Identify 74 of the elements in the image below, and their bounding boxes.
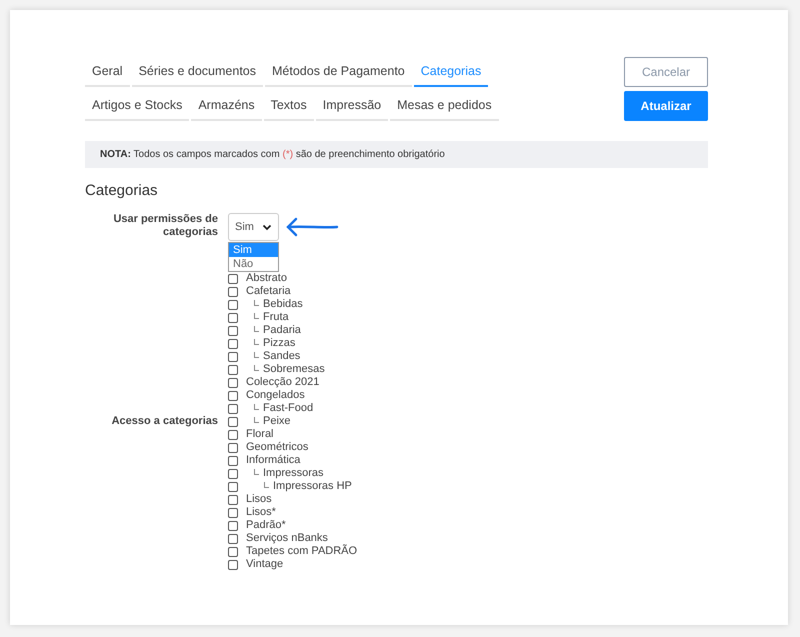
category-label: Lisos* (246, 506, 276, 519)
category-label: Fast-Food (263, 402, 314, 415)
category-label: Vintage (246, 558, 284, 571)
checkbox[interactable] (228, 534, 238, 544)
checkbox[interactable] (228, 312, 238, 322)
category-label: Congelados (246, 389, 305, 402)
category-label: Fruta (263, 311, 289, 324)
category-label: Impressoras (263, 467, 324, 480)
tab[interactable]: Impressão (316, 91, 388, 121)
category-label: Peixe (263, 415, 291, 428)
tree-branch-icon (254, 300, 259, 306)
checkbox[interactable] (228, 416, 238, 426)
section-title: Categorias (85, 182, 159, 199)
category-label: Lisos (246, 493, 272, 506)
checkbox[interactable] (228, 560, 238, 570)
select-value: Sim (235, 221, 254, 233)
dropdown-option[interactable]: Não (229, 257, 278, 271)
tree-branch-icon (254, 417, 259, 423)
category-label: Floral (246, 428, 274, 441)
checkbox[interactable] (228, 286, 238, 296)
category-label: Sobremesas (263, 363, 325, 376)
category-label: Padrão* (246, 519, 286, 532)
checkbox[interactable] (228, 326, 238, 336)
select-field[interactable]: Sim (228, 213, 279, 241)
checkbox[interactable] (228, 482, 238, 492)
field-label: Usar permissões de categorias (112, 213, 218, 240)
checkbox[interactable] (228, 390, 238, 400)
checkbox[interactable] (228, 274, 238, 284)
checkbox[interactable] (228, 508, 238, 518)
tree-branch-icon (254, 352, 259, 358)
update-button[interactable]: Atualizar (624, 91, 708, 121)
checkbox[interactable] (228, 546, 238, 556)
category-label: Geométricos (246, 441, 308, 454)
tree-branch-icon (254, 313, 259, 319)
chevron-down-icon (262, 224, 272, 230)
checkbox[interactable] (228, 352, 238, 362)
note-text: NOTA: Todos os campos marcados com (*) são de preenchimento obrigatório (85, 141, 708, 168)
category-label: Cafetaria (246, 285, 291, 298)
category-label: Pizzas (263, 337, 296, 350)
checkbox[interactable] (228, 442, 238, 452)
category-label: Informática (246, 454, 300, 467)
category-label: Bebidas (263, 298, 303, 311)
checkbox[interactable] (228, 338, 238, 348)
category-label: Padaria (263, 324, 301, 337)
tree-branch-icon (254, 326, 259, 332)
tree-branch-icon (254, 365, 259, 371)
field-label: Acesso a categorias (110, 415, 218, 428)
tab[interactable]: Artigos e Stocks (85, 91, 190, 121)
checkbox[interactable] (228, 494, 238, 504)
checkbox[interactable] (228, 378, 238, 388)
pointer-arrow (285, 217, 339, 237)
tree-branch-icon (264, 482, 269, 488)
tab[interactable]: Geral (85, 57, 130, 87)
tab[interactable]: Séries e documentos (132, 57, 264, 87)
tab[interactable]: Métodos de Pagamento (265, 57, 412, 87)
category-label: Impressoras HP (273, 480, 352, 493)
category-label: Colecção 2021 (246, 376, 320, 389)
tree-branch-icon (254, 339, 259, 345)
checkbox[interactable] (228, 430, 238, 440)
checkbox[interactable] (228, 404, 238, 414)
checkbox[interactable] (228, 364, 238, 374)
tab[interactable]: Armazéns (191, 91, 262, 121)
tree-branch-icon (254, 469, 259, 475)
tree-branch-icon (254, 404, 259, 410)
checkbox[interactable] (228, 468, 238, 478)
tab[interactable]: Mesas e pedidos (390, 91, 499, 121)
category-label: Abstrato (246, 272, 287, 285)
checkbox[interactable] (228, 300, 238, 310)
checkbox[interactable] (228, 520, 238, 530)
category-label: Serviços nBanks (246, 532, 328, 544)
category-label: Sandes (263, 350, 300, 363)
category-label: Tapetes com PADRÃO (246, 545, 358, 558)
checkbox[interactable] (228, 456, 238, 466)
tab[interactable]: Textos (264, 91, 314, 121)
